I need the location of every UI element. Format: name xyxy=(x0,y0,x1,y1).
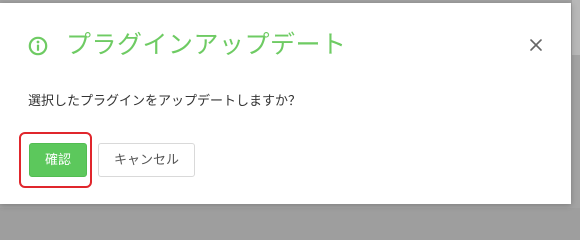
info-circle-icon xyxy=(28,36,48,56)
dialog-header: プラグインアップデート xyxy=(0,3,571,81)
cancel-button[interactable]: キャンセル xyxy=(98,143,195,177)
dialog-title: プラグインアップデート xyxy=(66,30,347,59)
background-page-edge xyxy=(572,0,580,55)
plugin-update-dialog: プラグインアップデート 選択したプラグインをアップデートしますか？ 確認 キャン… xyxy=(0,3,571,204)
close-icon[interactable] xyxy=(524,33,548,57)
confirm-button[interactable]: 確認 xyxy=(29,143,87,177)
dialog-message: 選択したプラグインをアップデートしますか？ xyxy=(28,94,302,109)
